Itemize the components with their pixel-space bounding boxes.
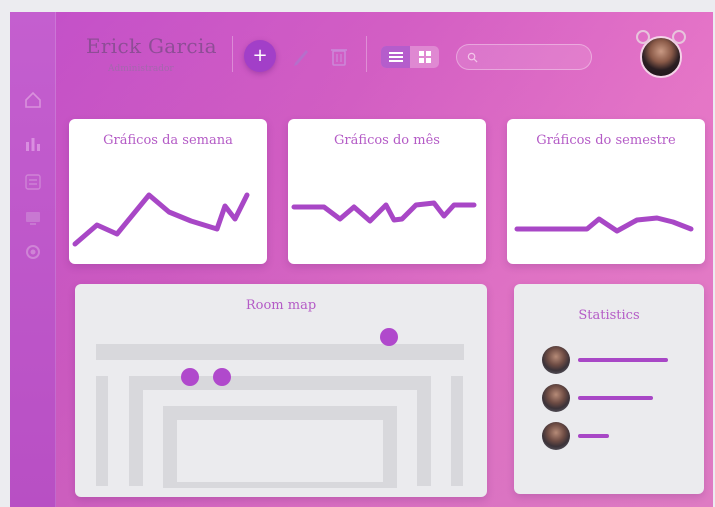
monitor-icon[interactable] — [23, 208, 43, 228]
stat-row — [542, 383, 653, 413]
user-name: Erick Garcia — [86, 34, 217, 58]
occupied-seat[interactable] — [380, 328, 398, 346]
room-row — [163, 406, 397, 420]
add-button[interactable]: + — [244, 40, 276, 72]
search-input[interactable] — [484, 51, 584, 63]
stat-bar — [578, 396, 653, 400]
semester-line-graph — [514, 215, 694, 234]
room-row — [129, 376, 431, 390]
weekly-chart-card[interactable]: Gráficos da semana — [69, 119, 267, 264]
room-row — [96, 344, 464, 360]
header-divider — [366, 36, 367, 72]
monthly-line-graph — [291, 200, 477, 224]
trash-icon[interactable] — [328, 44, 350, 68]
user-avatar[interactable] — [636, 30, 686, 78]
stat-avatar[interactable] — [542, 422, 570, 450]
monthly-chart-card[interactable]: Gráficos do mês — [288, 119, 486, 264]
stat-avatar[interactable] — [542, 346, 570, 374]
room-wall — [451, 376, 463, 486]
header-divider — [232, 36, 233, 72]
room-map-card: Room map — [75, 284, 487, 497]
stat-row — [542, 345, 668, 375]
search-box — [456, 44, 592, 70]
user-role: Administrador — [108, 64, 174, 74]
list-view-icon — [388, 52, 403, 62]
room-wall — [417, 376, 431, 486]
semester-chart-card[interactable]: Gráficos do semestre — [507, 119, 705, 264]
home-icon[interactable] — [23, 90, 43, 110]
sidebar — [10, 12, 56, 507]
occupied-seat[interactable] — [213, 368, 231, 386]
view-toggle — [381, 46, 439, 68]
stat-bar — [578, 434, 609, 438]
grid-view-icon — [418, 51, 431, 63]
stat-bar — [578, 358, 668, 362]
stat-row — [542, 421, 609, 451]
room-wall — [383, 406, 397, 486]
statistics-title: Statistics — [578, 308, 640, 323]
list-icon[interactable] — [23, 172, 43, 192]
room-wall — [129, 376, 143, 486]
weekly-line-graph — [72, 192, 250, 247]
list-view-button[interactable] — [381, 46, 410, 68]
occupied-seat[interactable] — [181, 368, 199, 386]
room-map-title: Room map — [245, 298, 317, 313]
search-icon — [467, 52, 478, 63]
stat-avatar[interactable] — [542, 384, 570, 412]
room-wall — [163, 406, 177, 486]
app-window: Erick Garcia Administrador + Gráficos da… — [10, 12, 713, 507]
room-wall — [96, 376, 108, 486]
grid-view-button[interactable] — [410, 46, 439, 68]
statistics-card: Statistics — [514, 284, 704, 494]
room-row — [163, 482, 397, 488]
gear-icon[interactable] — [23, 242, 43, 262]
pencil-icon[interactable] — [290, 44, 312, 68]
bar-chart-icon[interactable] — [23, 134, 43, 154]
